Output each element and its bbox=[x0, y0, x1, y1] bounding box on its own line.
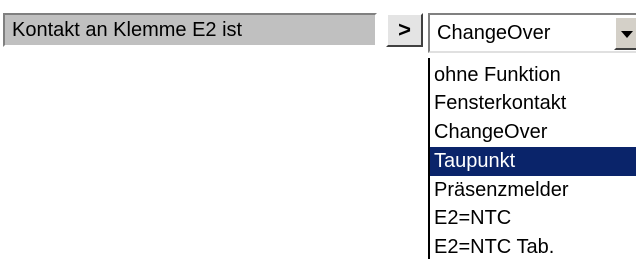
dropdown-option[interactable]: Fensterkontakt bbox=[430, 89, 636, 118]
chevron-down-icon[interactable] bbox=[614, 16, 636, 50]
function-select[interactable]: ChangeOver bbox=[428, 13, 636, 53]
dropdown-list[interactable]: ohne Funktion Fensterkontakt ChangeOver … bbox=[428, 58, 636, 259]
field-label-box: Kontakt an Klemme E2 ist bbox=[3, 13, 377, 47]
dropdown-option[interactable]: Präsenzmelder bbox=[430, 176, 636, 205]
next-arrow-button[interactable]: > bbox=[386, 13, 423, 47]
dropdown-option[interactable]: ohne Funktion bbox=[430, 61, 636, 90]
dropdown-option[interactable]: E2=NTC bbox=[430, 204, 636, 233]
field-label: Kontakt an Klemme E2 ist bbox=[12, 19, 243, 41]
select-value: ChangeOver bbox=[437, 22, 551, 44]
dropdown-option-highlighted[interactable]: Taupunkt bbox=[430, 147, 636, 176]
dropdown-option[interactable]: ChangeOver bbox=[430, 118, 636, 147]
dropdown-option[interactable]: E2=NTC Tab. bbox=[430, 233, 636, 259]
